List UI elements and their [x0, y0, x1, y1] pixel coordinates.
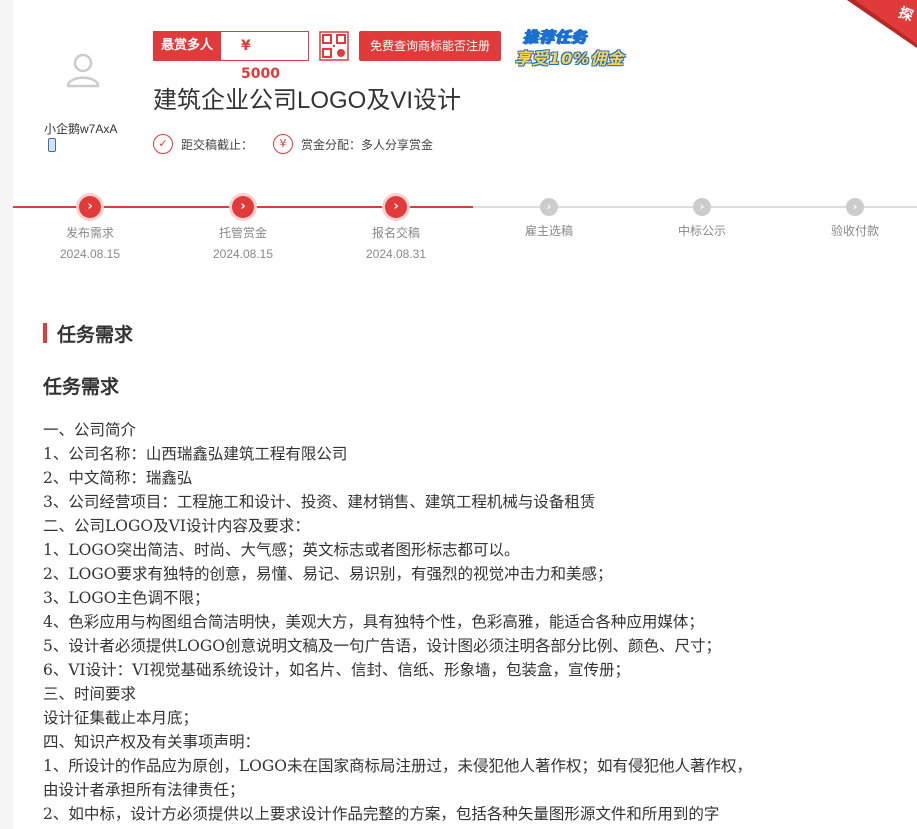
description-line: 二、公司LOGO及VI设计内容及要求： — [43, 517, 310, 535]
progress-tracker: › 发布需求 2024.08.15 › 托管赏金 2024.08.15 › 报名交稿 2024.… — [13, 195, 917, 275]
section-title: 任务需求 — [57, 323, 134, 346]
step-date: 2024.08.15 — [59, 247, 121, 261]
check-circle-icon: ✓ — [153, 134, 173, 154]
description-line: 3、公司经营项目：工程施工和设计、投资、建材销售、建筑工程机械与设备租赁 — [43, 493, 596, 511]
step-label: 雇主选稿 — [524, 224, 573, 238]
section-accent-bar — [43, 323, 47, 343]
promo-line2: 享受10%佣金 — [515, 49, 625, 68]
qr-code-icon[interactable] — [319, 31, 349, 61]
description-line: 三、时间要求 — [43, 685, 137, 703]
reward-amount: ¥ 5000 — [221, 31, 310, 82]
step-date: 2024.08.31 — [365, 247, 427, 261]
description-line: 1、所设计的作品应为原创，LOGO未在国家商标局注册过，未侵犯他人著作权；如有侵… — [43, 757, 752, 775]
yen-circle-icon: ¥ — [273, 134, 294, 154]
progress-step: › 托管赏金 2024.08.15 — [183, 195, 303, 261]
progress-step: › 验收付款 — [795, 195, 915, 239]
task-meta: ✓ 距交稿截止： ¥ 赏金分配：多人分享赏金 — [153, 134, 433, 154]
chevron-right-icon: › — [232, 196, 254, 218]
user-name[interactable]: 小企鹅w7AxA — [44, 120, 117, 137]
step-label: 托管赏金 — [218, 226, 267, 240]
description-line: 4、色彩应用与构图组合简洁明快，美观大方，具有独特个性，色彩高雅，能适合各种应用… — [43, 613, 704, 631]
description-line: 3、LOGO主色调不限； — [43, 589, 210, 607]
step-label: 中标公示 — [677, 224, 726, 238]
description-line: 设计征集截止本月底； — [43, 709, 199, 727]
section-heading: 任务需求 — [43, 322, 134, 346]
description-line: 2、LOGO要求有独特的创意，易懂、易记、易识别，有强烈的视觉冲击力和美感； — [43, 565, 613, 583]
description-line: 1、公司名称：山西瑞鑫弘建筑工程有限公司 — [43, 445, 348, 463]
promo-line1: 推荐任务 — [523, 28, 588, 47]
user-avatar-icon — [66, 53, 100, 88]
description-line: 一、公司简介 — [43, 421, 137, 439]
trademark-check-button[interactable]: 免费查询商标能否注册 — [359, 31, 502, 61]
task-card: 小企鹅w7AxA 悬赏多人 ¥ 5000 免费查询商标能否注册 推荐任务 享受1… — [13, 0, 917, 829]
task-description: 一、公司简介 1、公司名称：山西瑞鑫弘建筑工程有限公司 2、中文简称：瑞鑫弘 3、公司… — [43, 418, 903, 826]
avatar[interactable] — [43, 40, 123, 94]
progress-step: › 发布需求 2024.08.15 — [30, 195, 150, 261]
phone-verified-icon — [48, 138, 56, 152]
step-label: 报名交稿 — [371, 226, 420, 240]
page-gutter — [0, 0, 13, 829]
description-line: 1、LOGO突出简洁、时尚、大气感；英文标志或者图形标志都可以。 — [43, 541, 520, 559]
chevron-right-icon: › — [79, 196, 101, 218]
page-title: 建筑企业公司LOGO及VI设计 — [153, 87, 462, 114]
chevron-right-icon: › — [385, 196, 407, 218]
description-line: 由设计者承担所有法律责任； — [43, 781, 245, 799]
reward-type-badge: 悬赏多人 — [153, 31, 222, 61]
progress-step: › 中标公示 — [642, 195, 762, 239]
description-line: 2、中文简称：瑞鑫弘 — [43, 469, 193, 487]
promo-banner[interactable]: 推荐任务 享受10%佣金 — [515, 26, 633, 68]
step-date: 2024.08.15 — [212, 247, 274, 261]
reward-row: 悬赏多人 ¥ 5000 免费查询商标能否注册 推荐任务 享受10%佣金 — [153, 28, 633, 82]
description-line: 5、设计者必须提供LOGO创意说明文稿及一句广告语，设计图必须注明各部分比例、颜… — [43, 637, 721, 655]
progress-step: › 雇主选稿 — [489, 195, 609, 239]
description-line: 2、如中标，设计方必须提供以上要求设计作品完整的方案，包括各种矢量图形源文件和所… — [43, 805, 720, 823]
progress-step: › 报名交稿 2024.08.31 — [336, 195, 456, 261]
content-title: 任务需求 — [43, 376, 120, 398]
chevron-right-icon: › — [540, 198, 558, 216]
description-line: 6、VI设计：VI视觉基础系统设计，如名片、信封、信纸、形象墙，包装盒，宣传册； — [43, 661, 630, 679]
description-line: 四、知识产权及有关事项声明： — [43, 733, 261, 751]
deadline-label: 距交稿截止： — [181, 137, 254, 152]
distribution-label: 赏金分配：多人分享赏金 — [301, 137, 434, 152]
corner-ribbon[interactable]: 探 — [847, 0, 917, 48]
chevron-right-icon: › — [846, 198, 864, 216]
step-label: 发布需求 — [65, 226, 114, 240]
chevron-right-icon: › — [693, 198, 711, 216]
step-label: 验收付款 — [830, 224, 879, 238]
